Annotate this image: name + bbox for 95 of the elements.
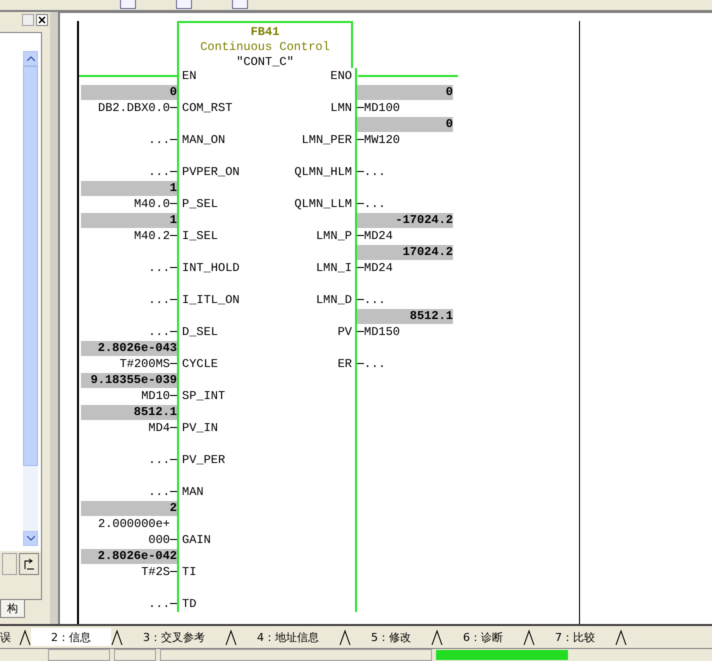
tab-divider: [111, 629, 123, 645]
operand-address: MD24: [364, 228, 393, 244]
value-display: 8512.1: [81, 405, 177, 420]
pin-label: PV_IN: [182, 420, 218, 436]
tab-divider: [19, 629, 31, 645]
value-display: 1: [81, 181, 177, 196]
pin-label: QLMN_LLM: [294, 196, 352, 212]
value-display: 0: [357, 85, 453, 100]
operand-address: ...: [148, 452, 170, 468]
operand-address: ...: [148, 596, 170, 612]
operand-address: T#200MS: [120, 356, 170, 372]
pin-label: MAN_ON: [182, 132, 226, 148]
panel-tab[interactable]: 构: [0, 600, 25, 618]
tab-divider: [615, 629, 627, 645]
pin-label: PV: [338, 324, 352, 340]
pin-label: INT_HOLD: [182, 260, 240, 276]
status-panel: [114, 649, 156, 661]
jump-arrow-icon: [23, 558, 35, 570]
panel-tab[interactable]: 3：交叉参考: [123, 628, 225, 646]
pin-label: I_ITL_ON: [182, 292, 240, 308]
operand-address: MD100: [364, 100, 400, 116]
tab-divider: [431, 629, 443, 645]
caret-up-icon[interactable]: [26, 56, 34, 61]
panel-tab[interactable]: 2：信息: [31, 628, 111, 646]
value-display: -17024.2: [357, 213, 453, 228]
pin-label: LMN_PER: [302, 132, 352, 148]
pin-label: GAIN: [182, 532, 211, 548]
operand-address: ...: [148, 324, 170, 340]
operand-address: MD24: [364, 260, 393, 276]
value-display: 2: [81, 501, 177, 516]
panel-tab[interactable]: 7：比较: [535, 628, 615, 646]
value-display: 9.18355e-039: [81, 373, 177, 388]
value-display: 2.8026e-042: [81, 549, 177, 564]
value-display: 17024.2: [357, 245, 453, 260]
operand-address: ...: [148, 164, 170, 180]
panel-tab[interactable]: 4：地址信息: [237, 628, 339, 646]
input-field[interactable]: [2, 553, 17, 575]
value-display: 8512.1: [357, 309, 453, 324]
operand-address: ...: [148, 292, 170, 308]
pin-label: D_SEL: [182, 324, 218, 340]
toolbar-icon[interactable]: [120, 0, 136, 9]
pin-label: EN: [182, 68, 196, 84]
pin-label: TI: [182, 564, 196, 580]
pin-label: CYCLE: [182, 356, 218, 372]
operand-address: ...: [148, 260, 170, 276]
value-display: 2.8026e-043: [81, 341, 177, 356]
pin-label: QLMN_HLM: [294, 164, 352, 180]
operand-address: ...: [364, 196, 386, 212]
operand-address: ...: [364, 356, 386, 372]
toolbar-icon[interactable]: [232, 0, 248, 9]
operand-address: 2.000000e+000: [98, 516, 170, 548]
pin-label: ER: [338, 356, 352, 372]
caret-down-icon[interactable]: [26, 536, 34, 541]
panel-tab[interactable]: 5：修改: [351, 628, 431, 646]
pin-label: P_SEL: [182, 196, 218, 212]
value-display: 1: [81, 213, 177, 228]
panel-tab[interactable]: 误: [0, 628, 19, 646]
operand-address: MW120: [364, 132, 400, 148]
pin-label: TD: [182, 596, 196, 612]
block-comment: Continuous Control: [200, 40, 330, 55]
value-display: 0: [81, 85, 177, 100]
operand-address: MD4: [148, 420, 170, 436]
tab-divider: [225, 629, 237, 645]
value-display: 0: [357, 117, 453, 132]
operand-address: M40.0: [134, 196, 170, 212]
pin-label: ENO: [330, 68, 352, 84]
operand-address: MD10: [141, 388, 170, 404]
pin-label: SP_INT: [182, 388, 226, 404]
jump-button[interactable]: [19, 553, 39, 575]
close-button[interactable]: [36, 14, 48, 26]
operand-address: ...: [148, 132, 170, 148]
operand-address: M40.2: [134, 228, 170, 244]
pin-label: LMN_I: [316, 260, 352, 276]
block-number: FB41: [250, 25, 280, 40]
operand-address: T#2S: [141, 564, 170, 580]
scrollbar[interactable]: [23, 51, 38, 546]
operand-address: MD150: [364, 324, 400, 340]
operand-address: ...: [364, 164, 386, 180]
operand-address: ...: [364, 292, 386, 308]
tab-divider: [339, 629, 351, 645]
pin-label: PV_PER: [182, 452, 226, 468]
pin-label: MAN: [182, 484, 204, 500]
pin-label: COM_RST: [182, 100, 232, 116]
operand-address: ...: [148, 484, 170, 500]
pin-label: LMN_P: [316, 228, 352, 244]
pin-label: I_SEL: [182, 228, 218, 244]
operand-address: DB2.DBX0.0: [98, 100, 170, 116]
tab-divider: [523, 629, 535, 645]
pin-label: LMN: [330, 100, 352, 116]
pin-label: LMN_D: [316, 292, 352, 308]
pin-label: PVPER_ON: [182, 164, 240, 180]
panel-tab[interactable]: 6：诊断: [443, 628, 523, 646]
toolbar-icon[interactable]: [176, 0, 192, 9]
status-panel: [48, 649, 110, 661]
block-symbol: ″CONT_C″: [236, 55, 294, 70]
